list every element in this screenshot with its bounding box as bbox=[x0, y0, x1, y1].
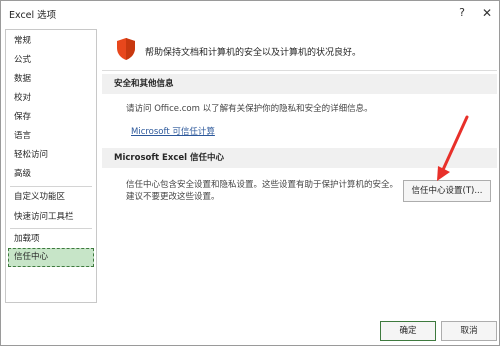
sidebar-item-formulas[interactable]: 公式 bbox=[6, 51, 96, 70]
sidebar-item-data[interactable]: 数据 bbox=[6, 70, 96, 89]
dialog-title: Excel 选项 bbox=[9, 10, 57, 21]
header-divider bbox=[102, 70, 497, 71]
help-icon[interactable]: ? bbox=[452, 3, 472, 23]
sidebar-item-proofing[interactable]: 校对 bbox=[6, 89, 96, 108]
panel-header: 帮助保持文档和计算机的安全以及计算机的状况良好。 bbox=[116, 37, 486, 63]
sidebar-item-language[interactable]: 语言 bbox=[6, 127, 96, 146]
options-sidebar: 常规 公式 数据 校对 保存 语言 轻松访问 高级 自定义功能区 快速访问工具栏… bbox=[5, 29, 97, 303]
trust-center-text-line2: 建议不要更改这些设置。 bbox=[126, 192, 220, 202]
sidebar-item-trust-center[interactable]: 信任中心 bbox=[8, 248, 94, 267]
sidebar-item-add-ins[interactable]: 加载项 bbox=[6, 230, 96, 249]
security-section-heading: 安全和其他信息 bbox=[102, 74, 497, 94]
trust-center-panel: 帮助保持文档和计算机的安全以及计算机的状况良好。 安全和其他信息 请访问 Off… bbox=[102, 29, 497, 325]
panel-header-text: 帮助保持文档和计算机的安全以及计算机的状况良好。 bbox=[145, 48, 362, 58]
trust-center-settings-button[interactable]: 信任中心设置(T)... bbox=[403, 180, 491, 202]
sidebar-item-quick-access-toolbar[interactable]: 快速访问工具栏 bbox=[6, 208, 96, 227]
close-icon[interactable]: ✕ bbox=[477, 3, 497, 23]
sidebar-item-customize-ribbon[interactable]: 自定义功能区 bbox=[6, 188, 96, 207]
cancel-button[interactable]: 取消 bbox=[441, 321, 497, 341]
ok-button[interactable]: 确定 bbox=[380, 321, 436, 341]
trust-center-section-heading: Microsoft Excel 信任中心 bbox=[102, 148, 497, 168]
sidebar-item-accessibility[interactable]: 轻松访问 bbox=[6, 146, 96, 165]
sidebar-item-general[interactable]: 常规 bbox=[6, 32, 96, 51]
shield-icon bbox=[117, 38, 135, 60]
sidebar-item-advanced[interactable]: 高级 bbox=[6, 165, 96, 184]
excel-options-dialog: Excel 选项 ? ✕ 常规 公式 数据 校对 保存 语言 轻松访问 高级 自… bbox=[0, 0, 500, 346]
security-section-text: 请访问 Office.com 以了解有关保护你的隐私和安全的详细信息。 bbox=[126, 104, 373, 114]
sidebar-divider bbox=[10, 228, 92, 229]
sidebar-item-save[interactable]: 保存 bbox=[6, 108, 96, 127]
sidebar-divider bbox=[10, 186, 92, 187]
trustworthy-computing-link[interactable]: Microsoft 可信任计算 bbox=[131, 125, 215, 137]
trust-center-text-line1: 信任中心包含安全设置和隐私设置。这些设置有助于保护计算机的安全。 bbox=[126, 180, 399, 190]
title-bar: Excel 选项 ? ✕ bbox=[1, 1, 499, 25]
